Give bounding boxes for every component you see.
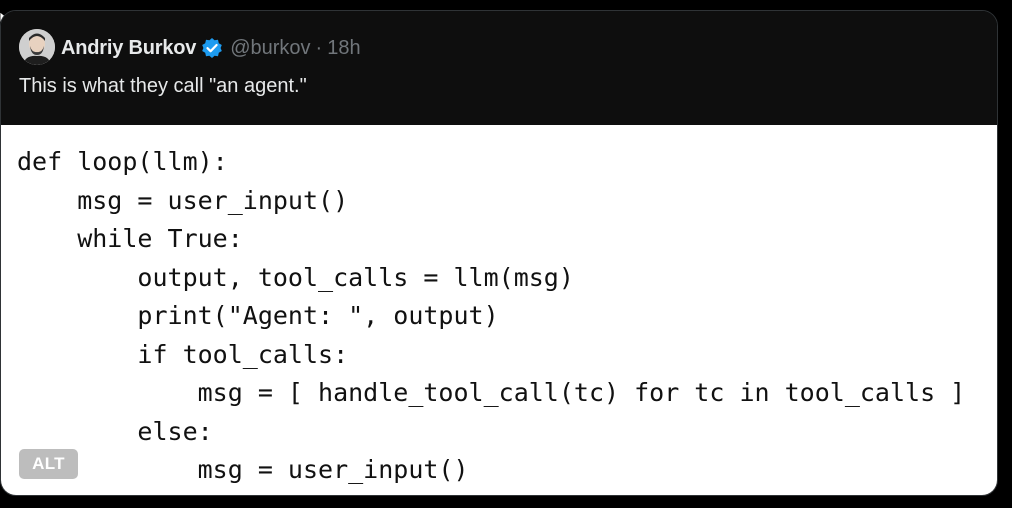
code-line: if tool_calls:	[17, 339, 349, 369]
verified-badge-icon[interactable]	[201, 37, 223, 59]
tweet-header: Andriy Burkov @burkov · 18h This is what…	[1, 11, 997, 125]
user-handle[interactable]: @burkov	[230, 37, 310, 60]
user-row: Andriy Burkov @burkov · 18h	[61, 35, 361, 61]
tweet-timestamp[interactable]: 18h	[327, 37, 360, 60]
avatar-photo-icon	[19, 29, 55, 65]
tweet-text: This is what they call "an agent."	[19, 75, 307, 97]
avatar[interactable]	[19, 29, 55, 65]
tweet-image[interactable]: def loop(llm): msg = user_input() while …	[1, 125, 997, 495]
display-name[interactable]: Andriy Burkov	[61, 37, 196, 60]
separator-dot: ·	[315, 36, 323, 59]
code-line: else:	[17, 416, 213, 446]
alt-text-button[interactable]: ALT	[19, 449, 78, 479]
code-line: msg = user_input()	[17, 455, 469, 484]
code-snippet: def loop(llm): msg = user_input() while …	[17, 143, 965, 490]
code-line: def loop(llm):	[17, 147, 228, 176]
code-line: msg = user_input()	[17, 185, 349, 215]
code-line: print("Agent: ", output)	[17, 301, 499, 330]
code-line: while True:	[17, 224, 243, 253]
tweet-card[interactable]: Andriy Burkov @burkov · 18h This is what…	[0, 10, 998, 496]
code-line: output, tool_calls = llm(msg)	[17, 262, 574, 292]
code-line: msg = [ handle_tool_call(tc) for tc in t…	[17, 378, 966, 407]
